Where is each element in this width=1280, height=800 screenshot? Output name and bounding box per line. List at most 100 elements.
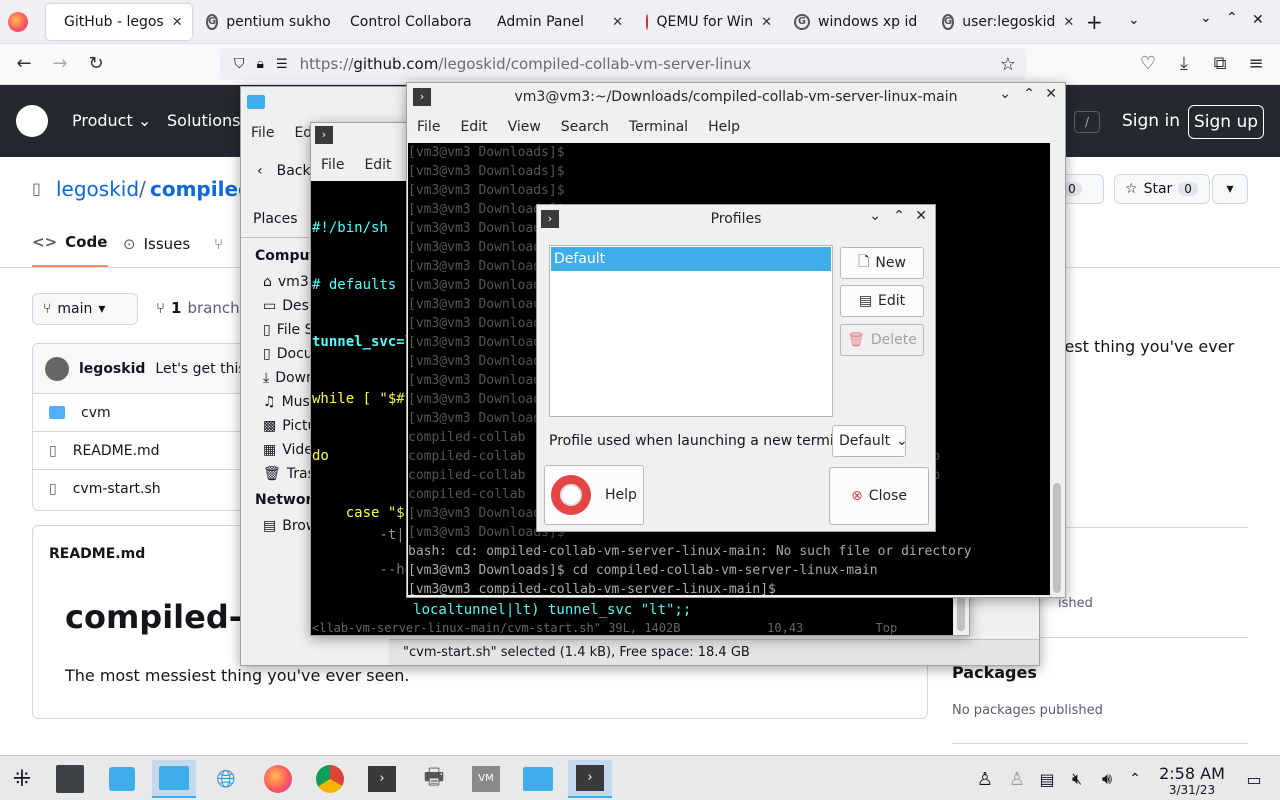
close-icon[interactable]: ✕ [1045, 86, 1057, 102]
new-document-icon: 🗋︎ [858, 254, 870, 270]
maximize-icon[interactable]: ⌃ [1023, 86, 1035, 102]
extensions-icon[interactable]: ⧉ [1208, 52, 1232, 76]
close-window-icon[interactable]: ✕ [1252, 12, 1264, 28]
tab-code[interactable]: <> Code [32, 233, 107, 251]
close-dialog-button[interactable]: ⊗ Close [829, 467, 929, 525]
globe-icon[interactable]: 🌐︎ [204, 760, 248, 798]
place-icon: ⌂ [263, 274, 272, 290]
tab-issues[interactable]: ⊙ Issues [123, 235, 190, 253]
star-button[interactable]: ☆ Star 0 [1114, 174, 1210, 204]
tab-pentium[interactable]: G pentium sukho [196, 4, 336, 40]
taskbar-printer[interactable]: 🖶︎ [412, 760, 456, 798]
places-item[interactable]: ♫ Music [241, 390, 321, 414]
close-icon[interactable]: ✕ [915, 208, 927, 224]
forward-icon[interactable]: → [48, 52, 72, 76]
places-item[interactable]: ⌂ vm3 [241, 270, 311, 294]
profile-item[interactable]: Default [551, 247, 831, 271]
delete-profile-button[interactable]: 🗑︎ Delete [840, 324, 924, 356]
folder-icon [49, 406, 65, 419]
tray-expand-icon[interactable]: ⌃ [1115, 760, 1155, 798]
minimize-icon[interactable]: ⌄ [999, 86, 1011, 102]
tab-github[interactable]: GitHub - legos ✕ [46, 4, 192, 40]
edit-profile-button[interactable]: ▤ Edit [840, 285, 924, 317]
nav-product[interactable]: Product ⌄ [72, 111, 151, 130]
terminal-line: [vm3@vm3 compiled-collab-vm-server-linux… [408, 582, 784, 595]
discover-icon[interactable] [100, 760, 144, 798]
tab-control-collabora[interactable]: Control Collabora [340, 4, 484, 40]
editor-scrollbar[interactable] [957, 593, 965, 631]
pager-icon[interactable] [48, 760, 92, 798]
permissions-icon: ☰ [275, 56, 288, 72]
github-logo-icon[interactable] [16, 105, 48, 137]
taskbar-files[interactable] [516, 760, 560, 798]
close-tab-icon[interactable]: ✕ [612, 15, 623, 30]
clock[interactable]: 2:58 AM 3/31/23 [1152, 764, 1232, 797]
help-button[interactable]: Help [544, 465, 644, 525]
app-menu-icon[interactable]: ≡ [1244, 52, 1268, 76]
close-tab-icon[interactable]: ✕ [1063, 15, 1074, 30]
sign-in-link[interactable]: Sign in [1122, 111, 1180, 131]
nav-solutions[interactable]: Solutions [167, 111, 241, 130]
repo-name-link[interactable]: compiled [150, 177, 252, 201]
repo-owner-link[interactable]: legoskid [56, 177, 139, 201]
branches-link[interactable]: ⑂ 1 branch [156, 299, 240, 317]
tab-admin-panel[interactable]: Admin Panel ✕ [487, 4, 633, 40]
menu-view[interactable]: View [498, 119, 551, 135]
pull-request-icon[interactable]: ⑂ [214, 235, 223, 253]
places-item[interactable]: ▭ Desk [241, 294, 317, 318]
menu-edit[interactable]: Edit [354, 157, 401, 173]
firefox-menu-icon[interactable] [8, 12, 28, 32]
close-tab-icon[interactable]: ✕ [172, 15, 183, 30]
places-item[interactable]: ▯ Docu [241, 342, 313, 366]
list-tabs-icon[interactable]: ⌄ [1128, 12, 1140, 28]
maximize-icon[interactable]: ⌃ [893, 208, 905, 224]
app-launcher-icon[interactable]: ⁜ [0, 760, 44, 798]
menu-search[interactable]: Search [551, 119, 619, 135]
new-tab-icon[interactable]: + [1086, 10, 1103, 34]
menu-file[interactable]: File [311, 157, 354, 173]
back-button[interactable]: ‹ Back [257, 163, 311, 179]
taskbar-terminal-active[interactable]: › [568, 760, 612, 798]
terminal-line: [vm3@vm3 Downloads]$ [408, 145, 565, 160]
places-item[interactable]: ▯ File S [241, 318, 313, 342]
places-item[interactable]: ⤓ Down [241, 366, 315, 390]
url-bar[interactable]: ⛉ 🔒︎ ☰ https://github.com/legoskid/compi… [220, 48, 1026, 80]
about-description: iest thing you've ever [1060, 337, 1235, 356]
sign-up-button[interactable]: Sign up [1188, 105, 1264, 139]
reload-icon[interactable]: ↻ [84, 52, 108, 76]
downloads-icon[interactable]: ⤓ [1172, 52, 1196, 76]
new-profile-button[interactable]: 🗋︎ New [840, 247, 924, 279]
terminal-scrollbar[interactable] [1053, 483, 1061, 593]
maximize-icon[interactable]: ⌃ [1226, 10, 1238, 26]
places-item[interactable]: ▩ Pictu [241, 414, 316, 438]
place-icon: ▯ [263, 322, 271, 338]
close-tab-icon[interactable]: ✕ [761, 15, 772, 30]
menu-terminal[interactable]: Terminal [619, 119, 698, 135]
taskbar-file-manager[interactable] [152, 760, 196, 798]
taskbar-chrome[interactable] [308, 760, 352, 798]
minimize-icon[interactable]: ⌄ [869, 208, 881, 224]
back-icon[interactable]: ← [12, 52, 36, 76]
places-item[interactable]: ▤ Brow [241, 514, 317, 538]
taskbar-firefox[interactable] [256, 760, 300, 798]
launch-profile-select[interactable]: Default ⌄ [832, 425, 908, 457]
places-item[interactable]: 🗑︎ Trash [241, 462, 324, 486]
menu-file[interactable]: File [407, 119, 450, 135]
search-slash-key: / [1074, 111, 1100, 133]
menu-edit[interactable]: Edit [450, 119, 497, 135]
menu-file[interactable]: File [241, 125, 284, 141]
tab-windows-xp[interactable]: G windows xp id [784, 4, 930, 40]
tab-qemu[interactable]: QEMU for Win ✕ [636, 4, 782, 40]
show-desktop-icon[interactable]: ▭ [1234, 760, 1274, 798]
branch-select-button[interactable]: ⑂ main ▾ [32, 293, 138, 325]
pocket-icon[interactable]: ♡ [1136, 52, 1160, 76]
menu-help[interactable]: Help [698, 119, 750, 135]
profiles-dialog: › Profiles ⌄ ⌃ ✕ Default 🗋︎ New ▤ Edit 🗑︎ D… [536, 204, 936, 532]
places-item[interactable]: ▦ Video [241, 438, 321, 462]
tab-user-legoskid[interactable]: G user:legoskid ✕ [932, 4, 1078, 40]
taskbar-terminal[interactable]: › [360, 760, 404, 798]
taskbar-vm[interactable]: VM [464, 760, 508, 798]
minimize-icon[interactable]: ⌄ [1200, 10, 1212, 26]
bookmark-star-icon[interactable]: ☆ [1000, 54, 1016, 75]
star-dropdown-button[interactable]: ▾ [1212, 174, 1248, 204]
